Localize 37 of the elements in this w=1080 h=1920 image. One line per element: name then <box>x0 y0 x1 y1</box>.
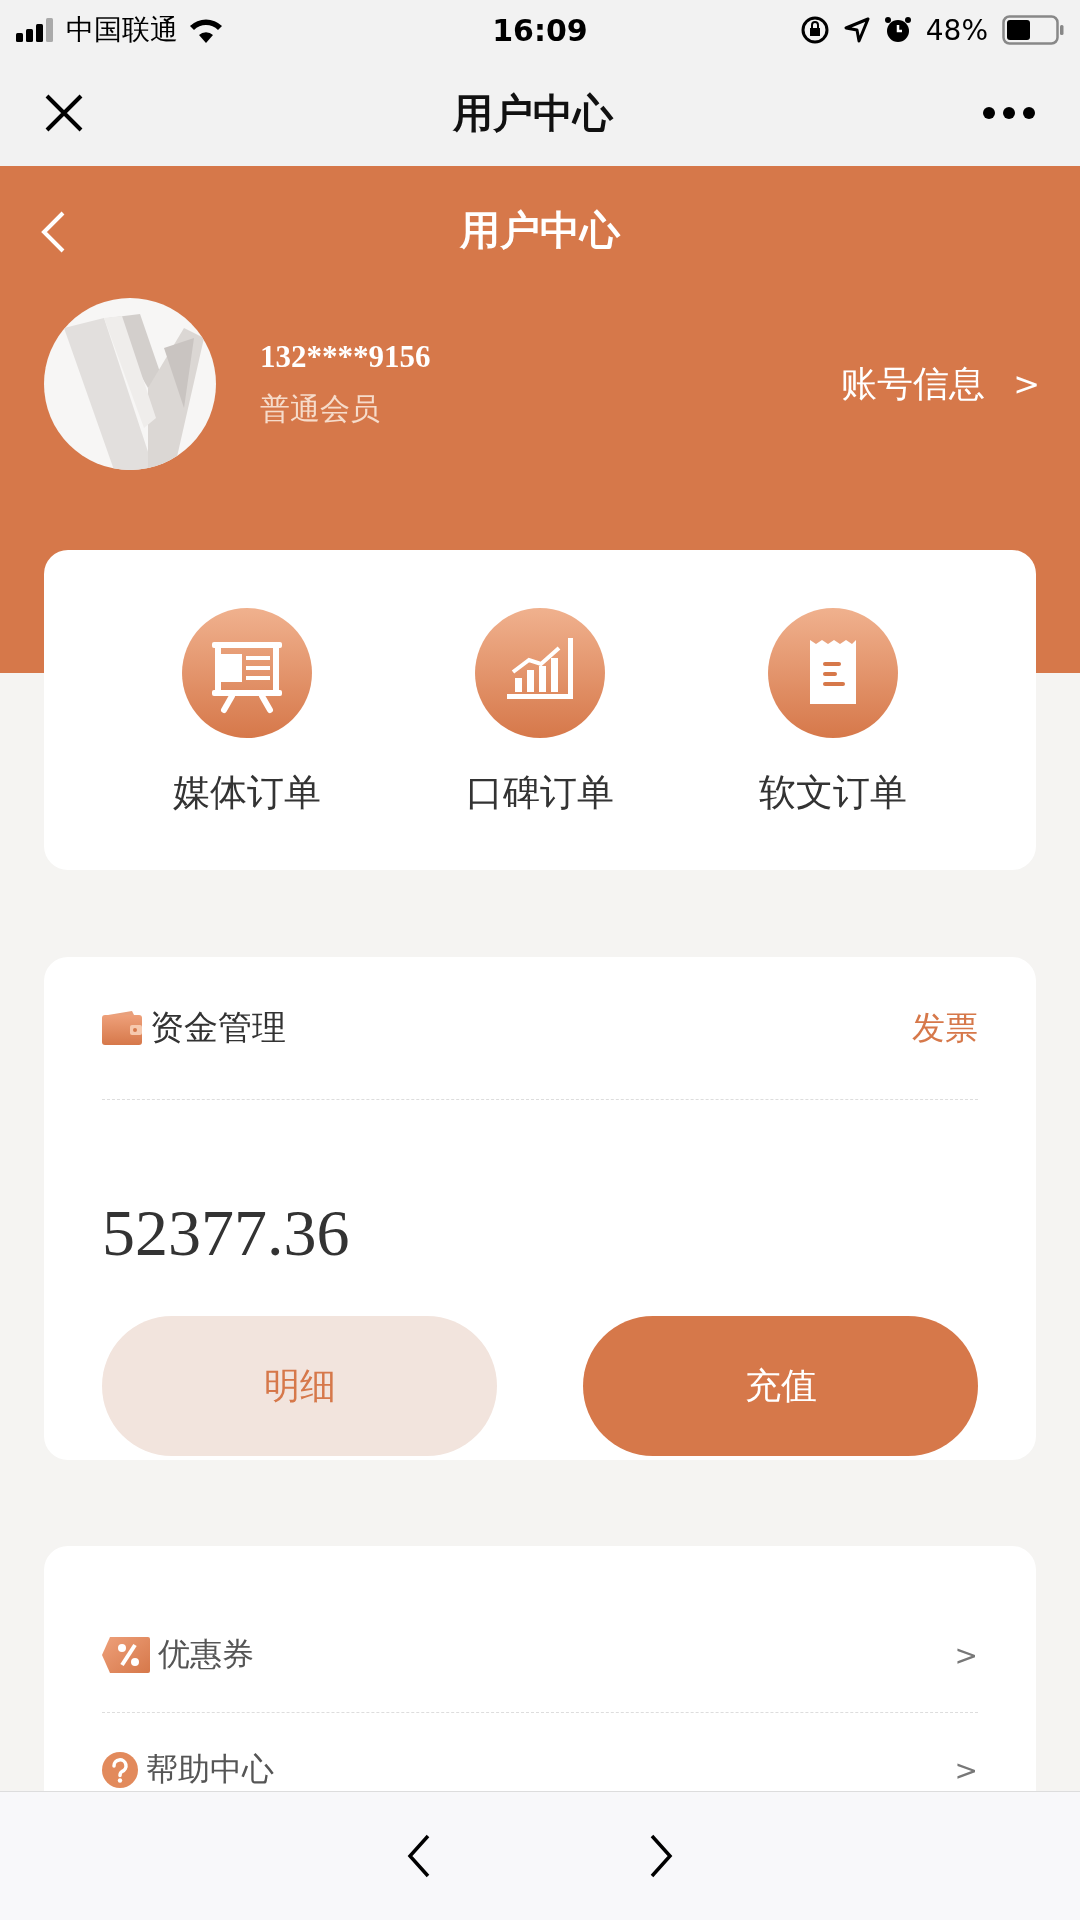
back-button[interactable] <box>407 1834 431 1878</box>
forward-icon <box>649 1834 673 1878</box>
rotation-lock-icon <box>799 15 830 45</box>
clock-time: 16:09 <box>492 12 588 48</box>
presentation-board-icon <box>182 608 313 738</box>
forward-button[interactable] <box>649 1834 673 1878</box>
close-icon <box>44 93 84 133</box>
help-icon <box>102 1752 138 1788</box>
location-arrow-icon <box>843 17 870 43</box>
wallet-icon <box>102 1011 142 1045</box>
percent-tag-icon <box>102 1637 150 1673</box>
wifi-icon <box>188 17 224 43</box>
order-label[interactable]: 媒体订单 <box>173 768 322 818</box>
battery-icon <box>1002 15 1064 45</box>
back-icon <box>407 1834 431 1878</box>
balance-amount: 52377.36 <box>102 1195 351 1271</box>
carrier-name: 中国联通 <box>66 12 178 48</box>
chevron-text: > <box>954 1638 978 1672</box>
alarm-clock-icon <box>883 16 912 44</box>
chevron-text: > <box>954 1753 978 1787</box>
funds-title: 资金管理 <box>150 1006 286 1049</box>
header-title: 用户中心 <box>460 205 620 255</box>
menu-item[interactable]: 优惠券 <box>158 1633 254 1677</box>
page-title: 用户中心 <box>453 88 613 138</box>
phone-number: 132****9156 <box>260 338 432 375</box>
more-button[interactable] <box>982 106 1036 120</box>
bar-chart-icon <box>475 608 605 738</box>
menu-item[interactable]: 帮助中心 <box>146 1748 274 1791</box>
more-icon <box>982 106 1036 120</box>
back-icon[interactable] <box>40 210 66 254</box>
order-label[interactable]: 口碑订单 <box>466 768 614 818</box>
member-level: 普通会员 <box>260 389 381 428</box>
signal-icon <box>16 18 56 42</box>
order-label[interactable]: 软文订单 <box>758 768 907 818</box>
close-button[interactable] <box>44 93 84 133</box>
receipt-icon <box>767 608 898 738</box>
battery-percent: 48% <box>925 13 988 47</box>
